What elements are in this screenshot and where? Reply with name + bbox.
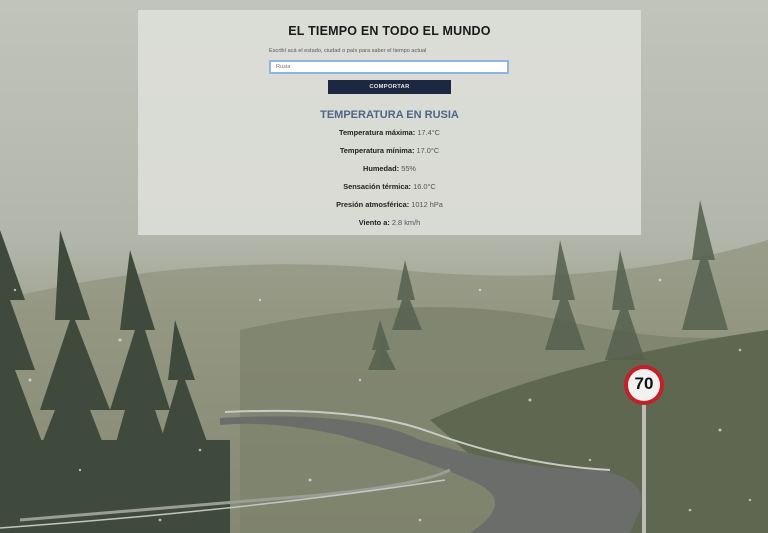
pressure-row: Presión atmosférica: 1012 hPa <box>138 199 641 217</box>
row-value: 17.4°C <box>417 128 440 137</box>
location-search-input[interactable] <box>269 60 509 74</box>
min-temp-row: Temperatura mínima: 17.0°C <box>138 145 641 163</box>
row-value: 16.0°C <box>413 182 436 191</box>
feels-like-row: Sensación térmica: 16.0°C <box>138 181 641 199</box>
row-value: 17.0°C <box>416 146 440 155</box>
row-label: Humedad: <box>363 164 400 173</box>
row-label: Temperatura máxima: <box>338 128 416 137</box>
search-hint: Escribí acá el estado, ciudad o país par… <box>269 48 427 54</box>
weather-details: Temperatura máxima: 17.4°C Temperatura m… <box>138 127 641 235</box>
humidity-row: Humedad: 55% <box>138 163 641 181</box>
row-value: 55% <box>401 164 416 173</box>
row-label: Presión atmosférica: <box>336 200 410 209</box>
app-title: EL TIEMPO EN TODO EL MUNDO <box>288 24 491 38</box>
road-sign-number: 70 <box>634 374 654 393</box>
weather-panel: EL TIEMPO EN TODO EL MUNDO Escribí acá e… <box>138 10 641 235</box>
max-temp-row: Temperatura máxima: 17.4°C <box>138 127 641 145</box>
row-label: Temperatura mínima: <box>339 146 415 155</box>
row-label: Sensación térmica: <box>343 182 412 191</box>
row-value: 1012 hPa <box>411 200 443 209</box>
row-value: 2.8 km/h <box>391 218 421 227</box>
consult-button[interactable]: COMPORTAR <box>328 80 451 94</box>
result-heading: TEMPERATURA EN RUSIA <box>320 109 459 121</box>
row-label: Viento a: <box>358 218 390 227</box>
wind-row: Viento a: 2.8 km/h <box>138 217 641 235</box>
